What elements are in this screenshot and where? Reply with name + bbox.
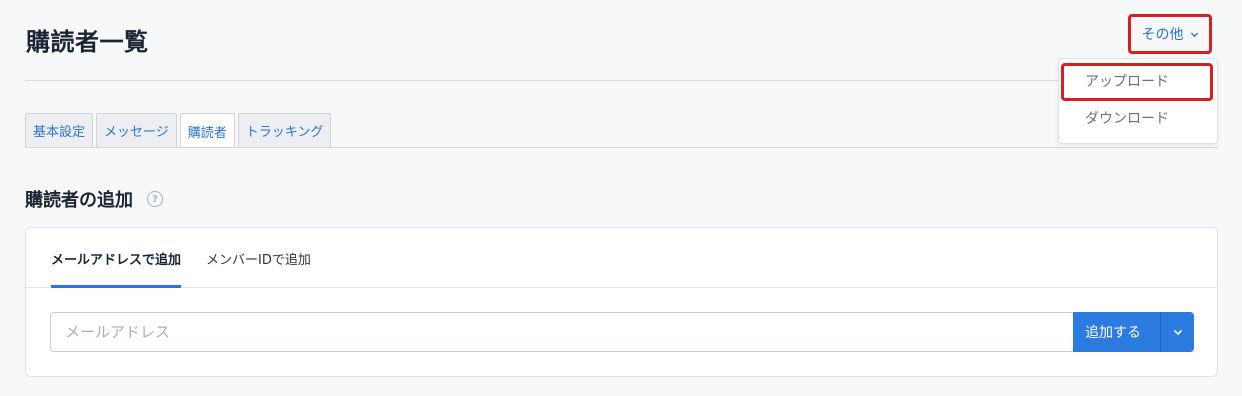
menu-item-download[interactable]: ダウンロード [1059, 101, 1217, 135]
active-subtab-underline [51, 285, 181, 288]
tab-basic-settings[interactable]: 基本設定 [25, 113, 94, 147]
question-circle-icon[interactable]: ? [147, 191, 163, 207]
main-tabs: 基本設定 メッセージ 購読者 トラッキング [25, 113, 332, 148]
chevron-down-icon [1173, 329, 1182, 336]
menu-item-upload[interactable]: アップロード [1059, 64, 1217, 98]
title-divider [25, 80, 1218, 81]
section-title: 購読者の追加 ? [25, 186, 163, 212]
page-title: 購読者一覧 [26, 28, 149, 56]
tab-subscribers[interactable]: 購読者 [179, 113, 235, 148]
email-input[interactable] [50, 312, 1074, 352]
add-options-dropdown[interactable] [1161, 312, 1194, 352]
section-title-text: 購読者の追加 [25, 190, 133, 211]
more-options-menu: アップロード ダウンロード [1058, 58, 1218, 144]
more-options-button[interactable]: その他 [1128, 14, 1212, 54]
tab-messages[interactable]: メッセージ [96, 113, 177, 147]
add-method-tabs: メールアドレスで追加 メンバーIDで追加 [26, 228, 1217, 288]
chevron-down-icon [1190, 32, 1198, 37]
tabs-divider [25, 147, 1218, 148]
add-subscriber-card: メールアドレスで追加 メンバーIDで追加 追加する [25, 227, 1218, 377]
add-button[interactable]: 追加する [1073, 312, 1161, 352]
more-options-label: その他 [1141, 27, 1184, 43]
subtab-add-by-email[interactable]: メールアドレスで追加 [51, 228, 181, 288]
tab-tracking[interactable]: トラッキング [237, 113, 332, 147]
subtab-add-by-member-id[interactable]: メンバーIDで追加 [206, 228, 311, 288]
